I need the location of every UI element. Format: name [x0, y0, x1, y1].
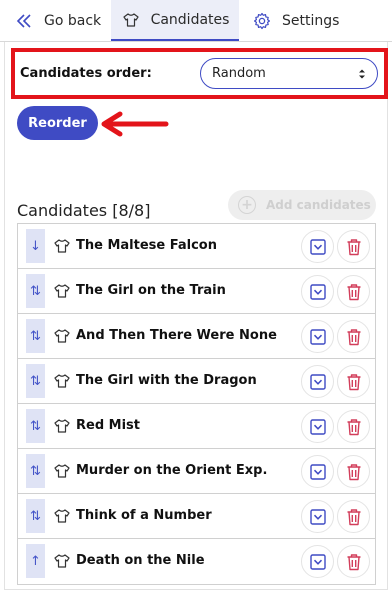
shirt-icon: [121, 10, 141, 30]
candidates-list: ↓ The Maltese Falcon ⇅ The Girl on the T…: [17, 223, 376, 585]
shirt-icon: [54, 374, 70, 388]
tab-candidates-label: Candidates: [150, 11, 230, 28]
trash-icon: [347, 508, 360, 525]
delete-button[interactable]: [337, 545, 370, 578]
delete-button[interactable]: [337, 365, 370, 398]
candidate-title: The Maltese Falcon: [76, 238, 217, 253]
candidate-title: The Girl with the Dragon: [76, 373, 257, 388]
shirt-icon: [54, 509, 70, 523]
shirt-icon: [54, 329, 70, 343]
trash-icon: [347, 283, 360, 300]
delete-button[interactable]: [337, 500, 370, 533]
candidate-title: Death on the Nile: [76, 553, 205, 568]
shirt-icon: [54, 554, 70, 568]
candidate-row: ↑ Death on the Nile: [18, 539, 375, 584]
candidates-title: Candidates [8/8]: [17, 201, 151, 220]
annotation-arrow-icon: [101, 111, 169, 137]
drag-handle[interactable]: ⇅: [26, 274, 45, 308]
reorder-button[interactable]: Reorder: [17, 106, 98, 140]
trash-icon: [347, 553, 360, 570]
delete-button[interactable]: [337, 410, 370, 443]
candidate-title: And Then There Were None: [76, 328, 277, 343]
drag-handle[interactable]: ⇅: [26, 364, 45, 398]
drag-handle[interactable]: ↑: [26, 544, 45, 578]
expand-button[interactable]: [301, 545, 334, 578]
shirt-icon: [54, 464, 70, 478]
expand-button[interactable]: [301, 320, 334, 353]
delete-button[interactable]: [337, 275, 370, 308]
candidate-row: ⇅ And Then There Were None: [18, 314, 375, 359]
chevron-down-box-icon: [309, 553, 326, 570]
shirt-icon: [54, 284, 70, 298]
candidate-row: ⇅ Murder on the Orient Exp.: [18, 449, 375, 494]
candidate-row: ↓ The Maltese Falcon: [18, 224, 375, 269]
order-highlight-box: Candidates order: Random: [11, 48, 388, 99]
candidate-title: The Girl on the Train: [76, 283, 226, 298]
expand-button[interactable]: [301, 275, 334, 308]
chevron-down-box-icon: [309, 328, 326, 345]
drag-handle[interactable]: ⇅: [26, 409, 45, 443]
candidate-row: ⇅ Think of a Number: [18, 494, 375, 539]
order-label: Candidates order:: [20, 66, 152, 81]
trash-icon: [347, 373, 360, 390]
select-updown-icon: [359, 69, 365, 79]
expand-button[interactable]: [301, 455, 334, 488]
gear-icon: [252, 11, 272, 31]
chevron-down-box-icon: [309, 463, 326, 480]
chevron-down-box-icon: [309, 418, 326, 435]
chevron-down-box-icon: [309, 238, 326, 255]
top-nav: Go back Candidates Settings: [0, 0, 392, 42]
drag-handle[interactable]: ⇅: [26, 454, 45, 488]
drag-handle[interactable]: ⇅: [26, 499, 45, 533]
tab-settings-label: Settings: [282, 12, 340, 29]
chevron-down-box-icon: [309, 508, 326, 525]
tab-settings[interactable]: Settings: [252, 0, 352, 41]
drag-handle[interactable]: ↓: [26, 229, 45, 263]
candidate-title: Murder on the Orient Exp.: [76, 463, 268, 478]
shirt-icon: [54, 419, 70, 433]
double-chevron-left-icon: [14, 11, 34, 31]
tab-go-back-label: Go back: [44, 12, 102, 29]
trash-icon: [347, 418, 360, 435]
chevron-down-box-icon: [309, 283, 326, 300]
chevron-down-box-icon: [309, 373, 326, 390]
drag-handle[interactable]: ⇅: [26, 319, 45, 353]
expand-button[interactable]: [301, 500, 334, 533]
expand-button[interactable]: [301, 365, 334, 398]
trash-icon: [347, 328, 360, 345]
trash-icon: [347, 238, 360, 255]
candidate-row: ⇅ The Girl with the Dragon: [18, 359, 375, 404]
order-select-value: Random: [212, 66, 266, 81]
expand-button[interactable]: [301, 410, 334, 443]
add-candidates-label: Add candidates: [266, 198, 371, 212]
candidate-row: ⇅ Red Mist: [18, 404, 375, 449]
candidate-title: Think of a Number: [76, 508, 212, 523]
delete-button[interactable]: [337, 455, 370, 488]
tab-go-back[interactable]: Go back: [14, 0, 110, 41]
plus-icon: +: [238, 196, 256, 214]
delete-button[interactable]: [337, 230, 370, 263]
order-select[interactable]: Random: [200, 58, 378, 89]
tab-candidates[interactable]: Candidates: [111, 0, 239, 41]
delete-button[interactable]: [337, 320, 370, 353]
trash-icon: [347, 463, 360, 480]
add-candidates-button[interactable]: + Add candidates: [228, 190, 376, 220]
candidate-title: Red Mist: [76, 418, 141, 433]
shirt-icon: [54, 239, 70, 253]
candidate-row: ⇅ The Girl on the Train: [18, 269, 375, 314]
expand-button[interactable]: [301, 230, 334, 263]
